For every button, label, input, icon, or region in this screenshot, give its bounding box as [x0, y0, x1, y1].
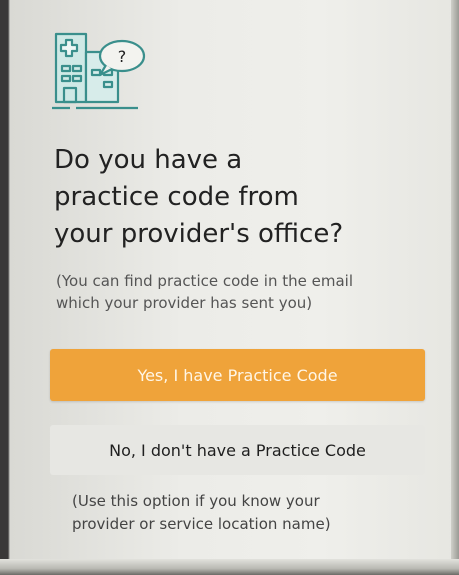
note-line: (Use this option if you know your: [72, 492, 320, 510]
practice-code-screen: ? Do you have a practice code from your …: [12, 0, 452, 560]
practice-code-hint: (You can find practice code in the email…: [56, 270, 436, 314]
title-line: your provider's office?: [54, 219, 344, 249]
hospital-question-icon: ?: [52, 32, 146, 110]
title-line: Do you have a: [54, 145, 243, 175]
no-code-note: (Use this option if you know your provid…: [72, 490, 432, 536]
logo-bubble-text: ?: [118, 47, 127, 66]
note-line: provider or service location name): [72, 515, 331, 533]
title-line: practice code from: [54, 182, 299, 212]
device-bezel-bottom: [0, 559, 459, 575]
no-practice-code-button[interactable]: No, I don't have a Practice Code: [50, 425, 425, 475]
hint-line: which your provider has sent you): [56, 294, 313, 312]
yes-practice-code-button[interactable]: Yes, I have Practice Code: [50, 349, 425, 401]
page-title: Do you have a practice code from your pr…: [54, 142, 444, 253]
hint-line: (You can find practice code in the email: [56, 272, 353, 290]
device-bezel-right: [451, 0, 459, 575]
